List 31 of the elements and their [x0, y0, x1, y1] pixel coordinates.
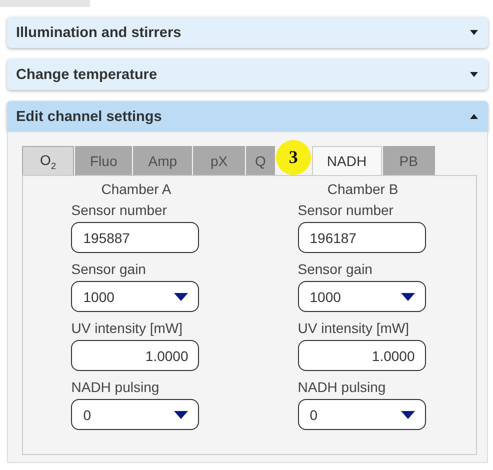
- field-label: NADH pulsing: [71, 379, 160, 395]
- caret-icon: [470, 114, 478, 119]
- dropdown[interactable]: 0: [71, 399, 200, 430]
- input-field[interactable]: 1.0000: [298, 340, 426, 371]
- field-label: Sensor gain: [298, 261, 374, 277]
- accordion-header[interactable]: Change temperature: [7, 59, 488, 90]
- step-badge: 3: [276, 140, 311, 175]
- field-label: Sensor number: [71, 202, 168, 218]
- chamber-title: Chamber B: [326, 181, 400, 197]
- tab[interactable]: NADH: [312, 146, 382, 175]
- input-field[interactable]: 1.0000: [71, 340, 200, 371]
- input-field[interactable]: 195887: [71, 222, 200, 253]
- accordion-header[interactable]: Illumination and stirrers: [7, 17, 488, 48]
- dropdown-caret-icon: [400, 292, 415, 300]
- dropdown[interactable]: 1000: [71, 281, 200, 312]
- accordion-header[interactable]: Edit channel settings: [7, 101, 488, 132]
- dropdown-caret-icon: [174, 292, 188, 300]
- field-label: Sensor gain: [71, 261, 147, 277]
- field-label: NADH pulsing: [298, 379, 387, 395]
- input-field[interactable]: 196187: [298, 222, 426, 253]
- field-label: UV intensity [mW]: [298, 320, 410, 336]
- dropdown-caret-icon: [174, 410, 188, 418]
- dropdown-caret-icon: [400, 410, 415, 418]
- dropdown[interactable]: 0: [298, 399, 426, 430]
- chamber-title: Chamber A: [100, 181, 172, 197]
- tab[interactable]: O$_{2}$: [22, 146, 74, 175]
- caret-icon: [470, 72, 478, 77]
- field-label: Sensor number: [298, 202, 394, 218]
- field-label: UV intensity [mW]: [71, 320, 184, 336]
- caret-icon: [470, 30, 478, 35]
- dropdown[interactable]: 1000: [298, 281, 426, 312]
